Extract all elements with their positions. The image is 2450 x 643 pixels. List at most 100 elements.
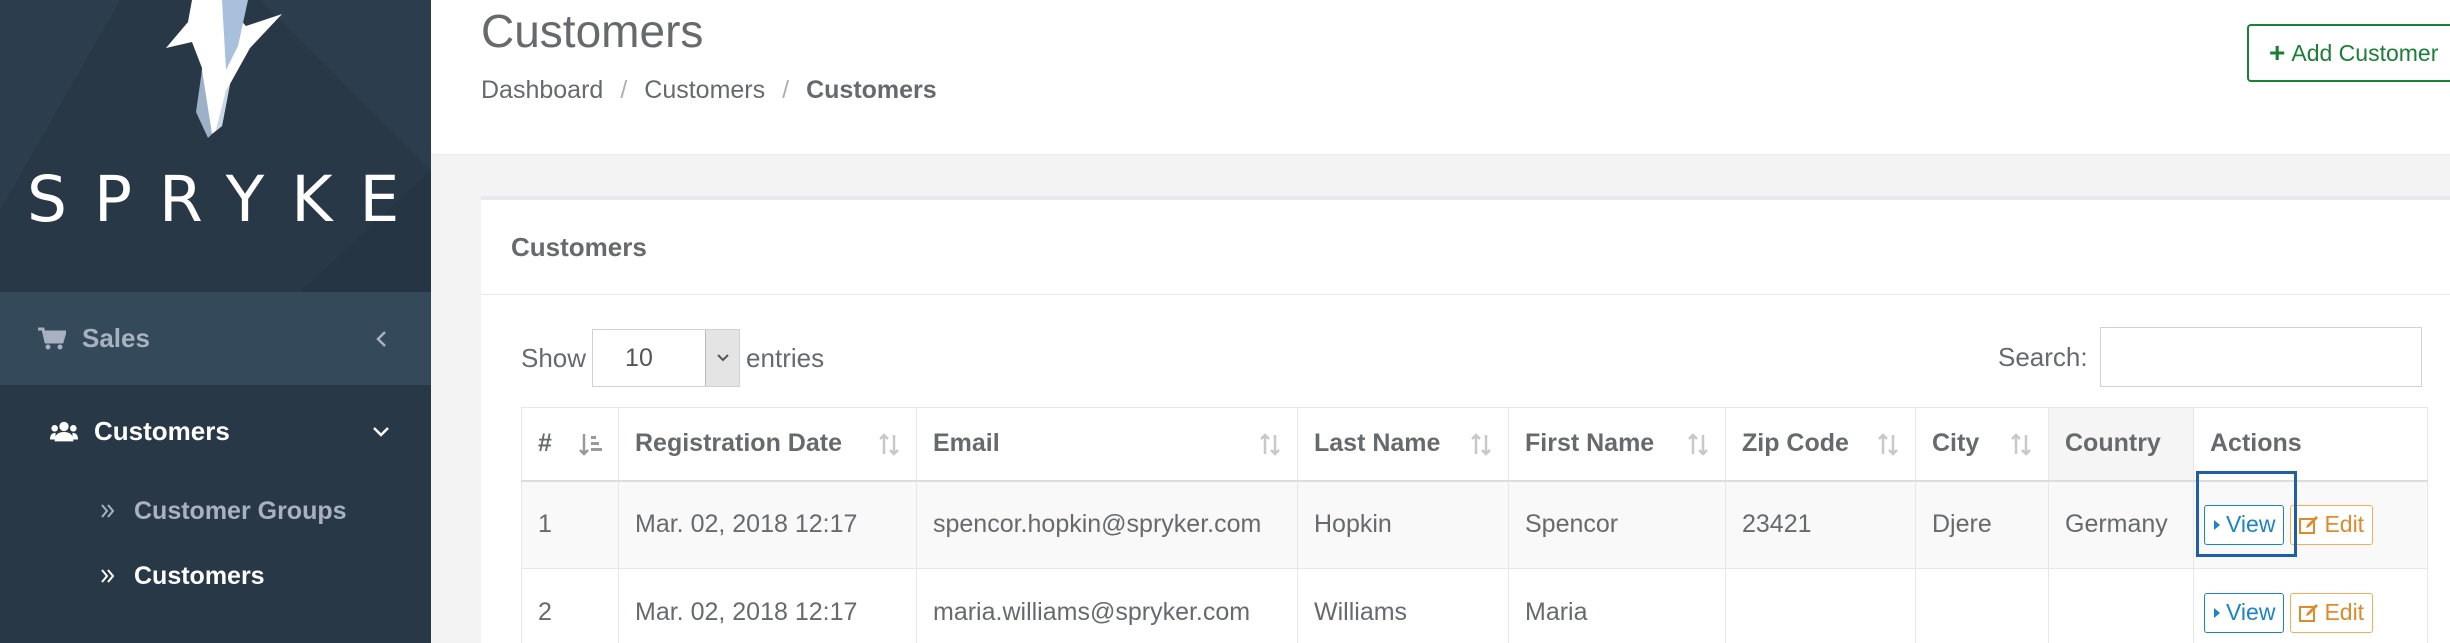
customers-table: # Registration Date Email Last Name Firs… [521,407,2428,643]
cell-registration-date: Mar. 02, 2018 12:17 [618,568,917,643]
breadcrumb-customers[interactable]: Customers [644,76,765,105]
column-header-label: City [1932,429,1980,458]
entries-label: entries [746,342,825,373]
chevron-left-icon [369,327,393,351]
double-chevron-right-icon [100,503,120,519]
column-header-label: Last Name [1314,429,1441,458]
chevron-down-icon [369,420,393,444]
sort-icon [1260,433,1280,456]
sidebar-item-customers[interactable]: Customers [0,385,431,478]
edit-button-label: Edit [2324,599,2365,625]
column-header-label: Registration Date [635,429,842,458]
sort-asc-icon [579,434,602,456]
spryker-logo-icon [166,0,282,138]
sidebar-section-customers: Customers Customer Groups Customers [0,385,431,643]
logo-text: SPRYKER [27,163,431,236]
column-header-label: Zip Code [1742,429,1849,458]
edit-icon [2299,515,2319,535]
logo[interactable]: SPRYKER [0,0,431,292]
show-label: Show [521,342,587,373]
column-header-label: # [538,429,552,458]
sidebar-subitem-customer-groups[interactable]: Customer Groups [100,489,347,533]
cell-city [1915,568,2049,643]
edit-button-label: Edit [2324,511,2365,538]
column-header-label: Email [933,429,1000,458]
page-title: Customers [481,5,704,57]
cell-actions: View Edit [2193,568,2428,643]
cell-last-name: Hopkin [1297,480,1509,569]
entries-select[interactable]: 10 [592,329,741,387]
cell-first-name: Maria [1508,568,1726,643]
cell-last-name: Williams [1297,568,1509,643]
breadcrumb: Dashboard / Customers / Customers [481,76,937,105]
sidebar-subitem-label: Customer Groups [134,496,347,525]
cell-country: Germany [2048,480,2194,569]
breadcrumb-separator: / [782,76,790,104]
sort-icon [1878,433,1898,456]
app-root: SPRYKER Sales Customers [0,0,2450,643]
column-header-id[interactable]: # [521,407,619,482]
column-header-country: Country [2048,407,2194,482]
cell-zip-code [1725,568,1916,643]
cell-actions: View Edit [2193,480,2428,569]
table-row: 1 Mar. 02, 2018 12:17 spencor.hopkin@spr… [521,480,2428,569]
caret-right-icon [2213,519,2221,531]
sidebar-subitem-label: Customers [134,561,265,590]
column-header-registration-date[interactable]: Registration Date [618,407,917,482]
customers-card: Customers Show 10 entries Search: # Regi… [481,196,2450,643]
view-button-label: View [2226,511,2276,538]
table-header-row: # Registration Date Email Last Name Firs… [521,407,2428,482]
cell-email: maria.williams@spryker.com [916,568,1298,643]
cell-id: 2 [521,568,619,643]
sort-icon [879,433,899,456]
entries-select-value: 10 [625,343,653,372]
column-header-label: Country [2065,429,2161,458]
double-chevron-right-icon [100,568,120,584]
view-button[interactable]: View [2204,504,2285,545]
search-label: Search: [1998,341,2088,372]
table-row: 2 Mar. 02, 2018 12:17 maria.williams@spr… [521,568,2428,643]
edit-icon [2299,603,2319,623]
sidebar-item-label: Sales [82,323,150,353]
table-search: Search: [1998,327,2422,387]
breadcrumb-current: Customers [806,76,937,104]
cell-city: Djere [1915,480,2049,569]
breadcrumb-dashboard[interactable]: Dashboard [481,76,603,105]
view-button[interactable]: View [2204,592,2285,633]
search-input[interactable] [2099,327,2422,387]
edit-button[interactable]: Edit [2290,504,2374,545]
column-header-email[interactable]: Email [916,407,1298,482]
sidebar-subitem-customers[interactable]: Customers [100,554,265,598]
column-header-actions: Actions [2193,407,2428,482]
column-header-city[interactable]: City [1915,407,2049,482]
chevron-down-icon [705,330,740,386]
column-header-zip-code[interactable]: Zip Code [1725,407,1916,482]
cell-zip-code: 23421 [1725,480,1916,569]
add-customer-label: Add Customer [2291,39,2439,66]
sort-icon [1688,433,1708,456]
sidebar: SPRYKER Sales Customers [0,0,431,643]
entries-length-control: Show 10 entries [521,329,824,387]
cell-first-name: Spencor [1508,480,1726,569]
cell-registration-date: Mar. 02, 2018 12:17 [618,480,917,569]
breadcrumb-separator: / [620,76,628,104]
column-header-label: First Name [1525,429,1655,458]
cart-icon [38,325,66,353]
add-customer-button[interactable]: + Add Customer [2247,24,2450,82]
edit-button[interactable]: Edit [2290,592,2374,633]
users-icon [50,418,78,446]
cell-id: 1 [521,480,619,569]
column-header-label: Actions [2210,429,2302,458]
page-header: Customers Dashboard / Customers / Custom… [431,0,2450,155]
column-header-last-name[interactable]: Last Name [1297,407,1509,482]
sidebar-item-sales[interactable]: Sales [0,292,431,385]
caret-right-icon [2213,607,2221,619]
sort-icon [1471,433,1491,456]
column-header-first-name[interactable]: First Name [1508,407,1726,482]
sidebar-item-label: Customers [94,416,230,446]
cell-country [2048,568,2194,643]
cell-email: spencor.hopkin@spryker.com [916,480,1298,569]
plus-icon: + [2269,37,2286,68]
sort-icon [2011,433,2031,456]
view-button-label: View [2226,599,2276,625]
